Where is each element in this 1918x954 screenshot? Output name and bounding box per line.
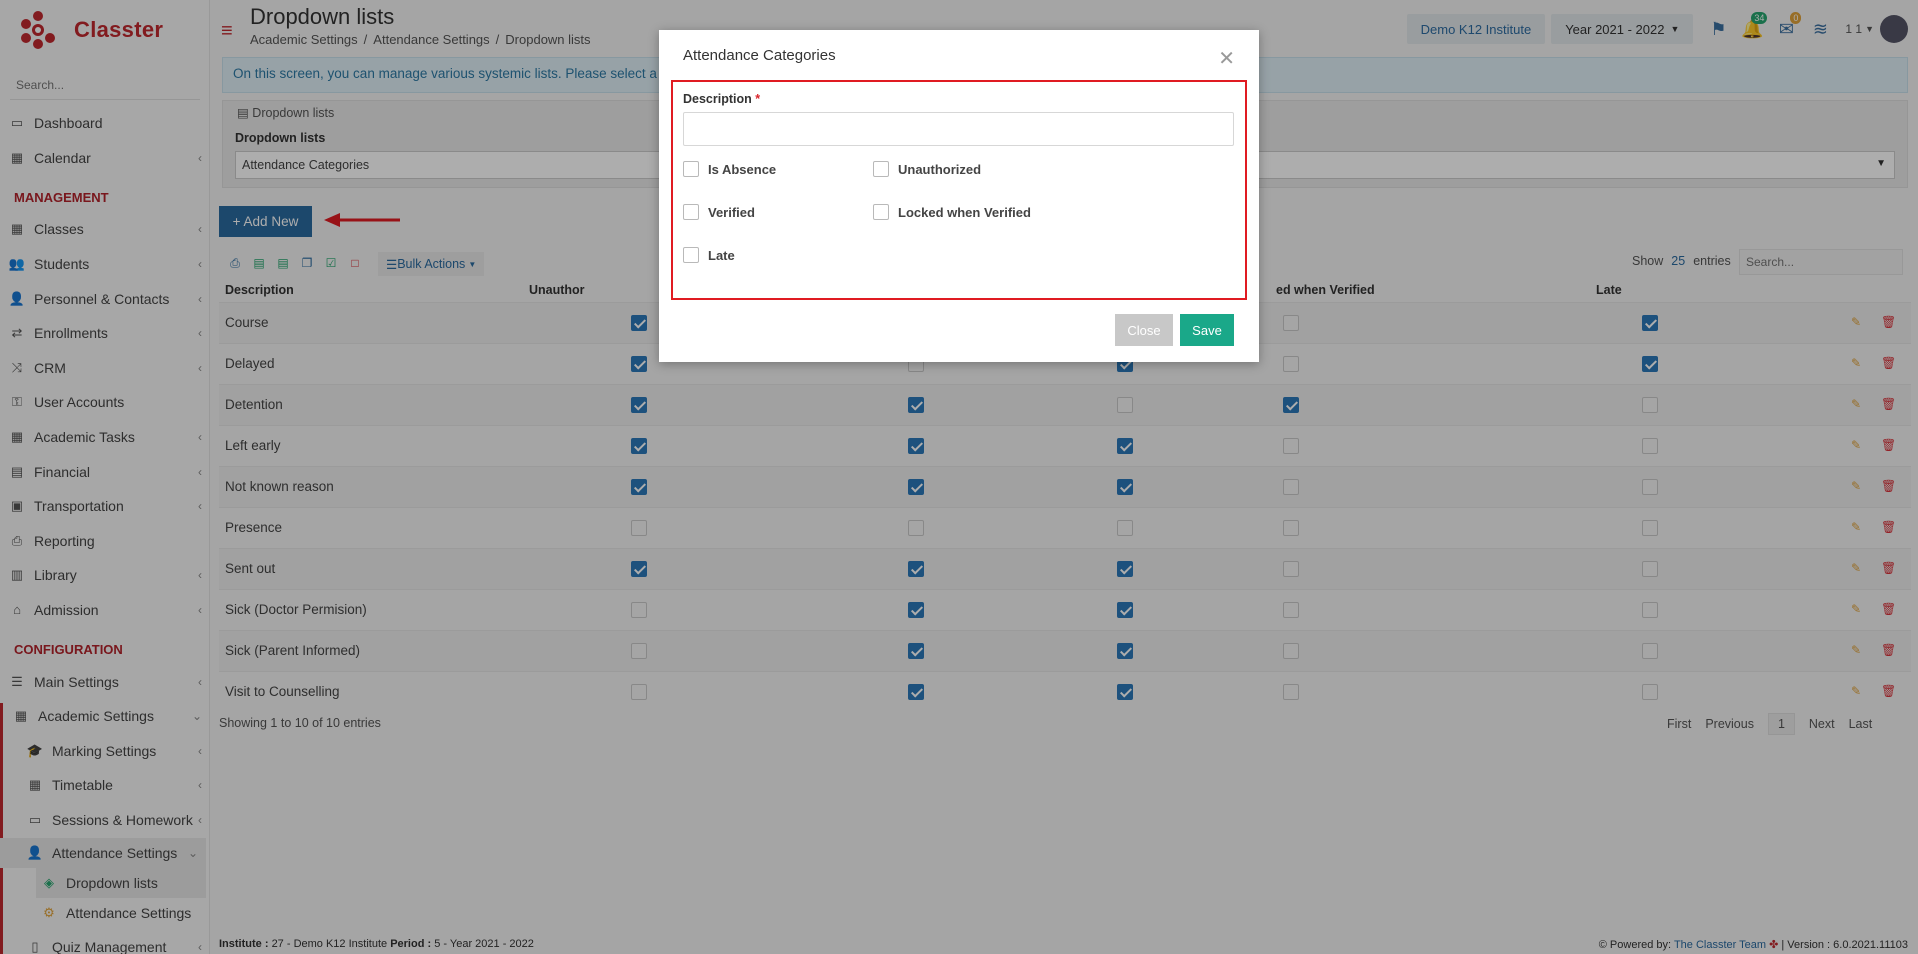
unauthorized-checkbox[interactable]: Unauthorized (873, 161, 981, 177)
attendance-categories-modal: Attendance Categories ✕ Description * Is… (659, 30, 1259, 362)
locked-when-verified-checkbox[interactable]: Locked when Verified (873, 204, 1031, 220)
required-marker: * (755, 92, 761, 106)
checkbox-box[interactable] (683, 161, 699, 177)
verified-checkbox[interactable]: Verified (683, 204, 755, 220)
checkbox-box[interactable] (873, 161, 889, 177)
save-button[interactable]: Save (1180, 314, 1234, 346)
checkbox-box[interactable] (873, 204, 889, 220)
late-checkbox[interactable]: Late (683, 247, 735, 263)
description-label: Description * (683, 92, 761, 106)
is-absence-checkbox[interactable]: Is Absence (683, 161, 776, 177)
modal-title: Attendance Categories (683, 47, 836, 64)
close-icon[interactable]: ✕ (1218, 46, 1235, 71)
description-field[interactable] (683, 112, 1234, 146)
checkbox-box[interactable] (683, 247, 699, 263)
close-button[interactable]: Close (1115, 314, 1173, 346)
checkbox-box[interactable] (683, 204, 699, 220)
